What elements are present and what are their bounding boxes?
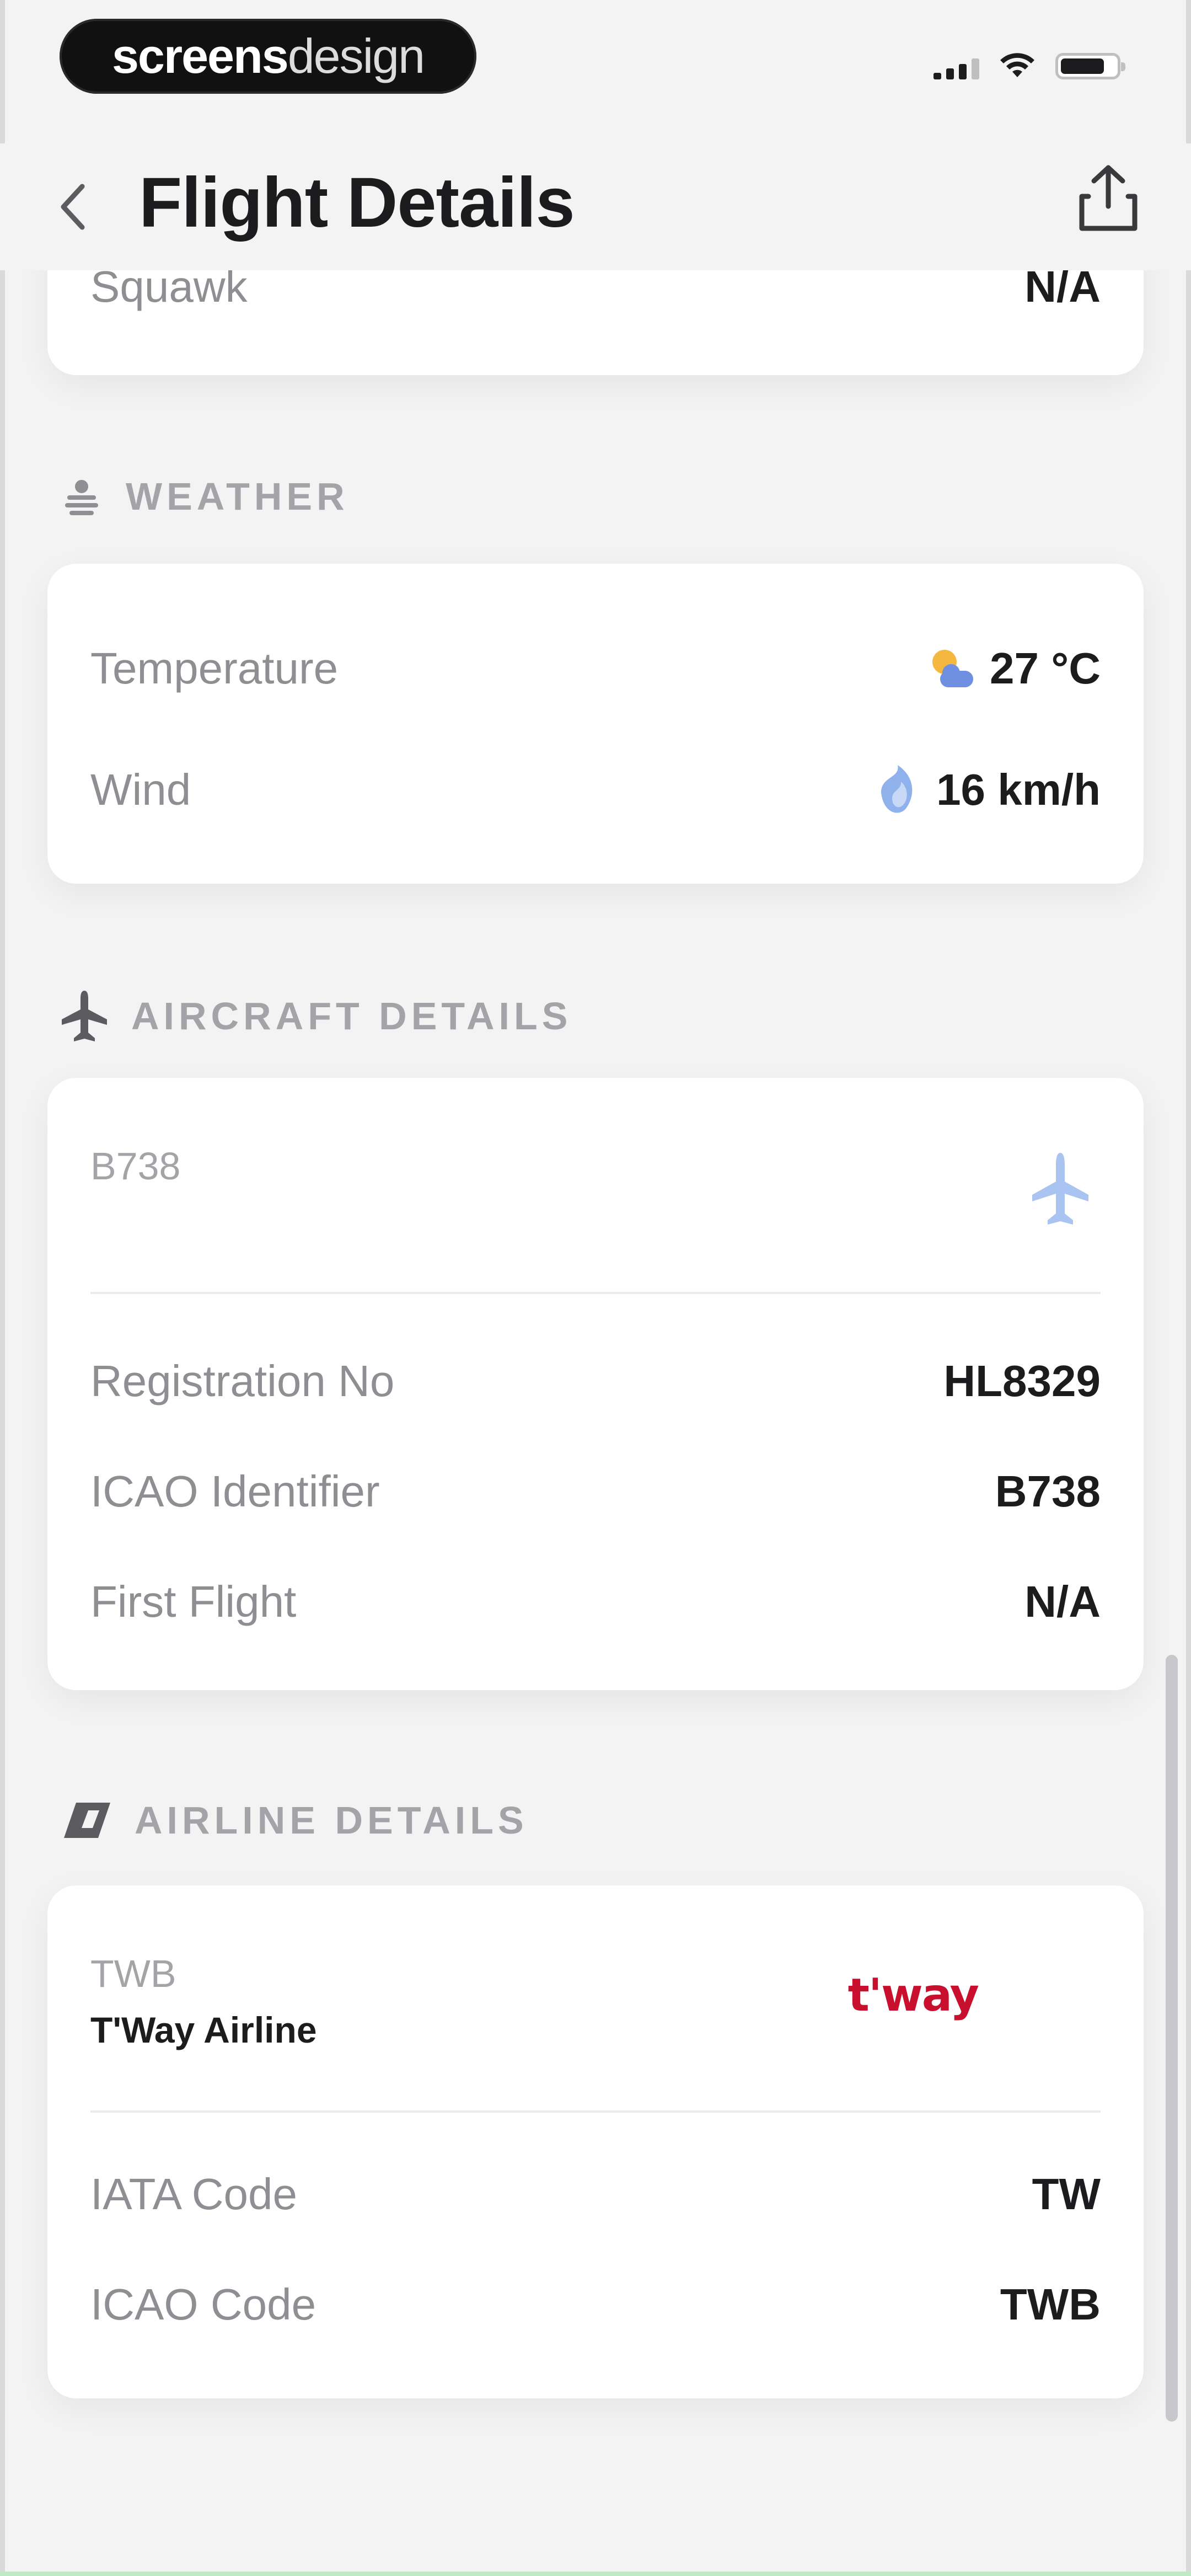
navigation-bar: Flight Details — [0, 143, 1191, 270]
weather-section-title: WEATHER — [126, 475, 349, 518]
icao-identifier-row: ICAO Identifier B738 — [90, 1458, 1101, 1525]
iata-code-row: IATA Code TW — [90, 2161, 1101, 2227]
aircraft-section-title: AIRCRAFT DETAILS — [131, 995, 572, 1038]
device-frame-left — [0, 0, 5, 2576]
first-flight-row: First Flight N/A — [90, 1569, 1101, 1635]
share-icon — [1079, 165, 1138, 231]
icao-identifier-label: ICAO Identifier — [90, 1467, 380, 1516]
wind-row: Wind 16 km/h — [90, 751, 1101, 829]
temperature-value: 27 °C — [990, 644, 1101, 693]
airline-section-title: AIRLINE DETAILS — [135, 1799, 528, 1842]
cellular-signal-icon — [934, 57, 979, 79]
back-button[interactable] — [51, 177, 95, 237]
page-title: Flight Details — [139, 163, 575, 242]
partly-sunny-icon — [932, 650, 974, 687]
wind-label: Wind — [90, 765, 191, 814]
wind-value-wrap: 16 km/h — [870, 760, 1101, 820]
aircraft-illustration-icon — [1032, 1153, 1088, 1225]
wind-value: 16 km/h — [936, 765, 1101, 814]
status-bar-icons — [934, 53, 1125, 79]
aircraft-card: B738 Registration No HL8329 ICAO Identif… — [47, 1078, 1144, 1690]
airline-tail-icon — [64, 1803, 110, 1838]
temperature-value-wrap: 27 °C — [924, 642, 1101, 695]
registration-value: HL8329 — [943, 1356, 1101, 1405]
screensdesign-watermark: screens design — [60, 19, 476, 94]
battery-icon — [1055, 53, 1125, 79]
airline-card: TWB T'Way Airline t'way IATA Code TW ICA… — [47, 1885, 1144, 2398]
aircraft-type-code: B738 — [90, 1145, 181, 1188]
iata-code-value: TW — [1032, 2169, 1101, 2219]
chevron-left-icon — [61, 184, 85, 230]
share-button[interactable] — [1075, 163, 1141, 235]
registration-label: Registration No — [90, 1356, 395, 1405]
tway-logo: t'way — [847, 1969, 979, 2022]
vertical-scrollbar[interactable] — [1166, 1655, 1178, 2422]
airline-name: T'Way Airline — [90, 2010, 317, 2050]
first-flight-value: N/A — [1024, 1577, 1101, 1626]
watermark-text-light: design — [287, 29, 425, 83]
first-flight-label: First Flight — [90, 1577, 297, 1626]
airline-section-header: AIRLINE DETAILS — [60, 1798, 528, 1842]
device-frame-bottom — [0, 2572, 1191, 2576]
wind-icon — [881, 765, 913, 813]
icao-code-value: TWB — [1000, 2280, 1101, 2329]
aircraft-divider — [90, 1292, 1101, 1294]
icao-code-label: ICAO Code — [90, 2280, 316, 2329]
iata-code-label: IATA Code — [90, 2169, 297, 2219]
airline-divider — [90, 2110, 1101, 2113]
icao-code-row: ICAO Code TWB — [90, 2272, 1101, 2338]
wifi-icon — [1000, 53, 1034, 77]
device-frame-right — [1186, 0, 1191, 2576]
registration-row: Registration No HL8329 — [90, 1348, 1101, 1414]
weather-section-header: WEATHER — [60, 474, 349, 519]
temperature-row: Temperature 27 °C — [90, 630, 1101, 707]
watermark-text-bold: screens — [111, 29, 289, 83]
icao-identifier-value: B738 — [995, 1467, 1101, 1516]
temperature-label: Temperature — [90, 644, 339, 693]
aircraft-section-header: AIRCRAFT DETAILS — [60, 988, 572, 1044]
weather-icon — [65, 480, 98, 515]
airline-code: TWB — [90, 1952, 176, 1995]
airplane-icon — [62, 991, 107, 1041]
weather-card: Temperature 27 °C Wind 16 km/h — [47, 564, 1144, 884]
